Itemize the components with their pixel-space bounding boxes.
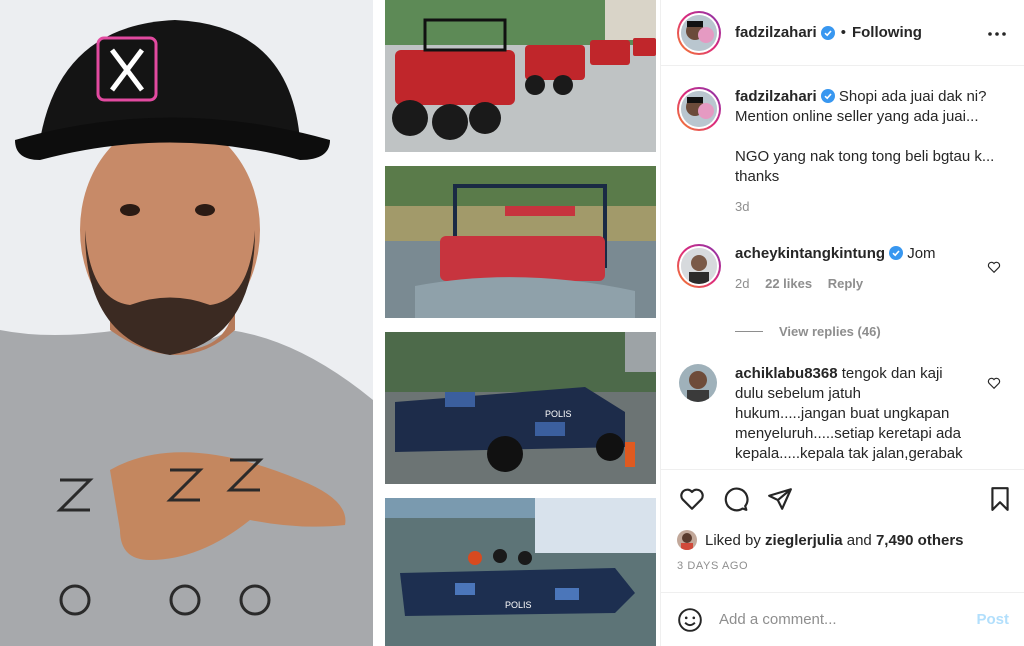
comment-like-heart-icon[interactable]: [987, 260, 1001, 274]
following-button[interactable]: Following: [852, 24, 922, 41]
comment-text: Jom: [907, 245, 936, 262]
post-sidebar: fadzilzahari • Following fadzilzahari Sh…: [660, 0, 1024, 646]
commenter-avatar[interactable]: [679, 364, 717, 402]
caption-age[interactable]: 3d: [735, 199, 749, 214]
verified-icon: [820, 25, 835, 40]
post-timestamp[interactable]: 3 DAYS AGO: [677, 560, 748, 572]
caption-line-4: thanks: [735, 168, 780, 185]
comment-item: achiklabu8368 tengok dan kaji dulu sebel…: [677, 364, 1009, 469]
separator-dot: •: [840, 24, 846, 41]
comments-list: fadzilzahari Shopi ada juai dak ni? Ment…: [661, 67, 1024, 469]
comment-text-line-5: kepala.....kepala tak jalan,gerabak: [735, 445, 963, 462]
police-label-1: POLIS: [545, 409, 572, 419]
liker-username[interactable]: zieglerjulia: [765, 532, 843, 549]
verified-icon: [889, 246, 904, 260]
caption-avatar[interactable]: [677, 87, 721, 131]
caption-line-2: Mention online seller yang ada juai...: [735, 108, 979, 125]
comment-composer: Add a comment... Post: [661, 592, 1024, 646]
commenter-username[interactable]: achiklabu8368: [735, 365, 838, 382]
comment-icon[interactable]: [723, 486, 749, 512]
comment-text-line-1: tengok dan kaji: [841, 365, 943, 382]
comment-like-heart-icon[interactable]: [987, 376, 1001, 390]
commenter-username[interactable]: acheykintangkintung: [735, 245, 885, 262]
post-header: fadzilzahari • Following: [661, 0, 1024, 66]
liker-avatar[interactable]: [677, 530, 697, 550]
action-bar: [661, 469, 1024, 527]
author-username[interactable]: fadzilzahari: [735, 24, 817, 41]
likes-others-link[interactable]: 7,490 others: [876, 532, 964, 549]
caption-line-1: Shopi ada juai dak ni?: [838, 88, 987, 105]
portrait-photo: [0, 0, 373, 646]
comment-likes[interactable]: 22 likes: [765, 276, 812, 291]
comment-input[interactable]: Add a comment...: [719, 611, 976, 628]
comment-text-line-3: hukum.....jangan buat ungkapan: [735, 405, 950, 422]
police-boat-in-water-photo: POLIS: [385, 498, 656, 646]
emoji-icon[interactable]: [677, 607, 703, 633]
reply-button[interactable]: Reply: [828, 276, 863, 291]
liked-by-prefix: Liked by: [705, 531, 761, 549]
view-replies-button[interactable]: View replies (46): [735, 324, 881, 339]
comment-age[interactable]: 2d: [735, 276, 749, 291]
police-label-2: POLIS: [505, 600, 532, 610]
post-comment-button[interactable]: Post: [976, 611, 1009, 628]
caption-line-3: NGO yang nak tong tong beli bgtau k...: [735, 148, 995, 165]
comment-text-line-4: menyeluruh.....setiap keretapi ada: [735, 425, 961, 442]
red-amphibious-vehicles-photo: [385, 0, 656, 152]
likes-joiner: and: [846, 531, 872, 549]
likes-summary: Liked by zieglerjulia and 7,490 others: [677, 527, 964, 553]
police-amphibious-vehicle-photo: POLIS: [385, 332, 656, 484]
red-vehicle-in-water-photo: [385, 166, 656, 318]
caption: fadzilzahari Shopi ada juai dak ni? Ment…: [677, 87, 1009, 227]
commenter-avatar[interactable]: [677, 244, 721, 288]
comment-item: acheykintangkintung Jom 2d 22 likes Repl…: [677, 244, 1009, 324]
share-icon[interactable]: [767, 486, 793, 512]
bookmark-icon[interactable]: [987, 486, 1013, 512]
heart-icon[interactable]: [679, 486, 705, 512]
post-media[interactable]: POLIS POLIS: [0, 0, 660, 646]
view-replies-label[interactable]: View replies (46): [779, 324, 881, 339]
more-icon[interactable]: [985, 22, 1009, 46]
caption-username[interactable]: fadzilzahari: [735, 88, 817, 105]
author-avatar[interactable]: [677, 10, 721, 55]
vehicle-collage: POLIS POLIS: [385, 0, 656, 646]
comment-text-line-2: dulu sebelum jatuh: [735, 385, 861, 402]
verified-icon: [820, 89, 835, 103]
